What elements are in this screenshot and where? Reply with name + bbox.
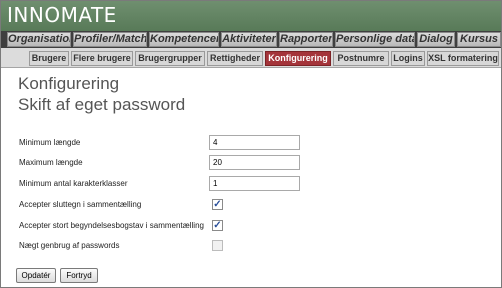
sub-tab-logins[interactable]: Logins [391,51,425,66]
accept-trailing-checkbox[interactable]: ✓ [212,199,223,210]
min-classes-input[interactable] [209,176,300,191]
checkmark-icon: ✓ [213,199,222,210]
sub-tab-brugergrupper[interactable]: Brugergrupper [135,51,205,66]
max-length-label: Maximum længde [19,158,83,167]
cancel-button[interactable]: Fortryd [60,268,98,283]
sub-tab-flere-brugere[interactable]: Flere brugere [71,51,133,66]
deny-reuse-checkbox[interactable] [212,240,223,251]
max-length-input[interactable] [209,155,300,170]
deny-reuse-label: Nægt genbrug af passwords [19,241,120,250]
sub-tab-postnumre[interactable]: Postnumre [333,51,389,66]
accept-capital-label: Accepter stort begyndelsesbogstav i samm… [19,221,204,230]
sub-tab-xsl-formatering[interactable]: XSL formatering [427,51,499,66]
main-tab-kursus[interactable]: Kursus [457,32,501,47]
checkmark-icon: ✓ [213,220,222,231]
main-tab-kompetencer[interactable]: Kompetencer [149,32,219,47]
accept-trailing-label: Accepter sluttegn i sammentælling [19,200,142,209]
sub-tab-konfigurering[interactable]: Konfigurering [265,51,331,66]
update-button[interactable]: Opdatér [16,268,56,283]
min-classes-label: Minimum antal karakterklasser [19,179,128,188]
main-tab-rapporter[interactable]: Rapporter [279,32,333,47]
min-length-label: Minimum længde [19,138,81,147]
min-length-input[interactable] [209,135,300,150]
main-tab-personlige-data[interactable]: Personlige data [335,32,415,47]
app-logo: INNOMATE [7,3,117,27]
sub-tab-brugere[interactable]: Brugere [29,51,69,66]
main-tab-organisation[interactable]: Organisation [7,32,71,47]
sub-nav: Brugere Flere brugere Brugergrupper Rett… [1,48,501,68]
accept-capital-checkbox[interactable]: ✓ [212,220,223,231]
main-tab-profiler-match[interactable]: Profiler/Match [73,32,147,47]
page-title: Konfigurering [18,74,120,93]
main-tab-aktiviteter[interactable]: Aktiviteter [221,32,277,47]
sub-tab-rettigheder[interactable]: Rettigheder [207,51,263,66]
page-subtitle: Skift af eget password [18,95,186,114]
main-tab-dialog[interactable]: Dialog [417,32,455,47]
main-nav: Organisation Profiler/Match Kompetencer … [1,31,501,48]
header-bar: INNOMATE [1,1,501,31]
